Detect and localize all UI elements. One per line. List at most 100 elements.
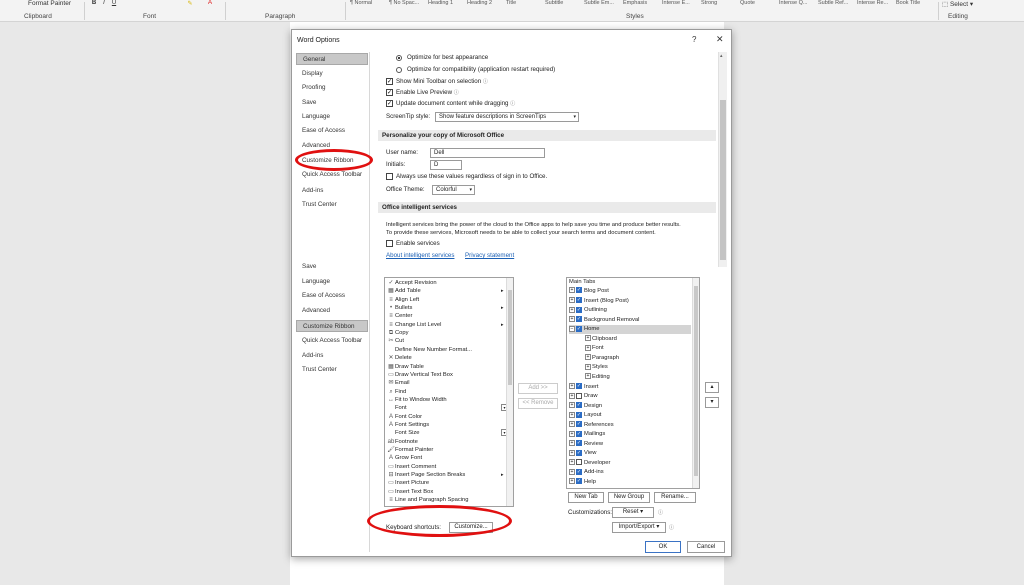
nav-customize-ribbon-2[interactable]: Customize Ribbon <box>296 320 368 332</box>
tab-checkbox[interactable]: ✓ <box>576 287 582 294</box>
expand-icon[interactable]: + <box>569 468 575 475</box>
tab-checkbox[interactable]: ✓ <box>576 468 582 475</box>
live-preview-checkbox[interactable]: ✓ <box>386 89 393 96</box>
expand-icon[interactable]: + <box>585 363 591 370</box>
command-list-item[interactable]: ▦Draw Table <box>387 363 424 372</box>
style-gallery-item[interactable]: Quote <box>740 0 778 6</box>
command-list-item[interactable]: ⊟Insert Page Section Breaks ▸ <box>387 471 503 480</box>
nav-quick-access-toolbar-2[interactable]: Quick Access Toolbar <box>296 335 368 347</box>
command-list-item[interactable]: ▦Add Table ▸ <box>387 287 503 296</box>
expand-icon[interactable]: + <box>569 459 575 466</box>
expand-icon[interactable]: + <box>569 430 575 437</box>
select-button[interactable]: ⬚ Select ▾ <box>942 0 973 8</box>
expand-icon[interactable]: + <box>585 373 591 380</box>
ribbon-tab-item[interactable]: + ✓ Insert <box>569 382 691 392</box>
nav-add-ins-2[interactable]: Add-ins <box>296 350 368 362</box>
nav-display[interactable]: Display <box>296 68 368 80</box>
style-gallery-item[interactable]: Heading 2 <box>467 0 505 6</box>
expand-icon[interactable]: + <box>569 297 575 304</box>
style-gallery-item[interactable]: Intense E... <box>662 0 700 6</box>
ribbon-tabs-tree[interactable]: Main Tabs + ✓ Blog Post + ✓ Insert (Blog Post… <box>566 277 700 489</box>
nav-trust-center[interactable]: Trust Center <box>296 199 368 211</box>
expand-icon[interactable]: + <box>569 316 575 323</box>
theme-select[interactable]: Colorful ▾ <box>432 185 475 195</box>
expand-icon[interactable]: + <box>569 449 575 456</box>
best-appearance-radio[interactable] <box>396 55 402 61</box>
content-scrollbar[interactable]: ▴ <box>718 52 727 267</box>
format-painter-button[interactable]: Format Painter <box>28 0 71 7</box>
command-list-item[interactable]: abFootnote <box>387 438 418 447</box>
command-list-item[interactable]: ≡ Change List Level ▸ <box>387 321 503 330</box>
command-list-item[interactable]: ≡ Line and Paragraph Spacing <box>387 496 468 505</box>
ribbon-tab-item[interactable]: + Clipboard <box>585 335 685 344</box>
style-gallery-item[interactable]: Strong <box>701 0 739 6</box>
collapse-icon[interactable]: − <box>569 325 575 332</box>
expand-icon[interactable]: + <box>569 440 575 447</box>
ribbon-tab-item[interactable]: + ✓ Background Removal <box>569 316 691 325</box>
expand-icon[interactable]: + <box>585 344 591 351</box>
bold-button[interactable]: B <box>90 0 98 7</box>
new-tab-button[interactable]: New Tab <box>568 492 604 503</box>
tab-checkbox[interactable]: ✓ <box>576 430 582 437</box>
command-list-item[interactable]: 🖌Format Painter <box>387 446 433 455</box>
nav-add-ins[interactable]: Add-ins <box>296 185 368 197</box>
commands-list[interactable]: ✓Accept Revision ▦Add Table ▸ ≡ Align Left • B… <box>384 277 514 507</box>
tab-checkbox[interactable]: ✓ <box>576 392 582 399</box>
ribbon-tab-item[interactable]: + ✓ Insert (Blog Post) <box>569 297 691 306</box>
tab-checkbox[interactable]: ✓ <box>576 478 582 485</box>
user-name-field[interactable]: Dell <box>430 148 545 158</box>
command-list-item[interactable]: ▭Insert Comment <box>387 463 436 472</box>
command-list-item[interactable]: A Font Settings <box>387 421 429 430</box>
expand-icon[interactable]: + <box>569 306 575 313</box>
compatibility-radio[interactable] <box>396 67 402 73</box>
scrollbar-thumb[interactable] <box>720 100 726 260</box>
style-gallery-item[interactable]: Subtle Ref... <box>818 0 856 6</box>
nav-trust-center-2[interactable]: Trust Center <box>296 364 368 376</box>
tab-checkbox[interactable]: ✓ <box>576 440 582 447</box>
tab-checkbox[interactable]: ✓ <box>576 449 582 456</box>
command-list-item[interactable]: Font Size ▾ <box>387 429 508 438</box>
import-export-button[interactable]: Import/Export ▾ <box>612 522 666 533</box>
always-use-checkbox[interactable] <box>386 173 393 180</box>
tab-checkbox[interactable]: ✓ <box>576 297 582 304</box>
command-list-item[interactable]: • Bullets ▸ <box>387 304 504 313</box>
enable-services-checkbox[interactable] <box>386 240 393 247</box>
about-intelligent-link[interactable]: About intelligent services <box>386 252 454 259</box>
tab-checkbox[interactable]: ✓ <box>576 382 582 389</box>
command-list-item[interactable]: ▭Insert Text Box <box>387 488 433 497</box>
command-list-item[interactable]: ▭Insert Picture <box>387 479 429 488</box>
underline-button[interactable]: U <box>110 0 118 7</box>
cancel-button[interactable]: Cancel <box>687 541 725 553</box>
italic-button[interactable]: I <box>100 0 108 7</box>
nav-language[interactable]: Language <box>296 111 368 123</box>
initials-field[interactable]: D <box>430 160 462 170</box>
ribbon-tab-item[interactable]: +✓Developer <box>569 459 691 468</box>
ribbon-tab-item[interactable]: + ✓ Outlining <box>569 306 691 315</box>
style-gallery-item[interactable]: Subtle Em... <box>584 0 622 6</box>
font-color-icon[interactable]: A <box>206 0 214 7</box>
ribbon-tab-item[interactable]: + ✓ View <box>569 449 691 458</box>
command-list-item[interactable]: ▭Draw Vertical Text Box <box>387 371 453 380</box>
command-list-item[interactable]: ≡ Align Left <box>387 296 419 305</box>
tab-checkbox[interactable]: ✓ <box>576 459 582 466</box>
nav-general[interactable]: General <box>296 53 368 65</box>
tab-checkbox[interactable]: ✓ <box>576 411 582 418</box>
expand-icon[interactable]: + <box>569 478 575 485</box>
ribbon-tab-item[interactable]: + ✓ Add-ins <box>569 468 691 477</box>
tabs-scrollbar[interactable] <box>692 278 699 488</box>
command-list-item[interactable]: A Font Color <box>387 413 422 422</box>
style-gallery-item[interactable]: Emphasis <box>623 0 661 6</box>
command-list-item[interactable]: ⧉ Copy <box>387 329 409 338</box>
ribbon-tab-item[interactable]: + Editing <box>585 373 685 382</box>
close-icon[interactable]: ✕ <box>716 34 724 45</box>
expand-icon[interactable]: + <box>569 392 575 399</box>
style-gallery-item[interactable]: Heading 1 <box>428 0 466 6</box>
tab-checkbox[interactable]: ✓ <box>576 316 582 323</box>
update-dragging-checkbox[interactable]: ✓ <box>386 100 393 107</box>
ribbon-tab-item[interactable]: + Styles <box>585 363 685 372</box>
style-gallery-item[interactable]: Title <box>506 0 544 6</box>
help-button[interactable]: ? <box>692 35 696 44</box>
ribbon-tab-item[interactable]: + ✓ Layout <box>569 411 691 420</box>
remove-button[interactable]: << Remove <box>518 398 558 409</box>
command-list-item[interactable]: A Grow Font <box>387 454 422 463</box>
